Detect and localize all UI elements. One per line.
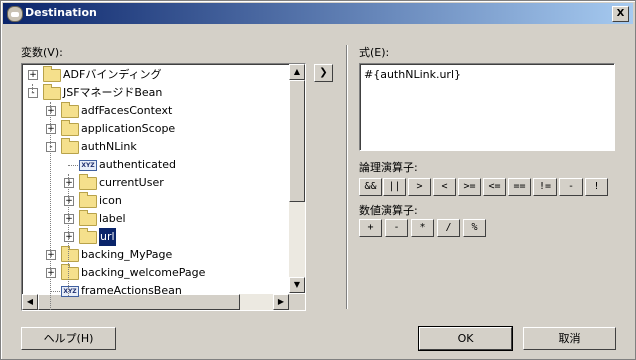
insert-variable-button[interactable]: ❯ [314, 64, 333, 82]
expression-field[interactable]: #{authNLink.url} [359, 63, 615, 151]
scroll-down-icon[interactable]: ▼ [289, 277, 305, 293]
tree-row[interactable]: + currentUser [22, 174, 287, 192]
logical-op-button[interactable]: || [383, 178, 406, 196]
logical-op-button[interactable]: > [408, 178, 431, 196]
expand-icon[interactable]: + [64, 196, 74, 206]
expand-icon[interactable]: + [64, 214, 74, 224]
numeric-op-button[interactable]: + [359, 219, 382, 237]
numeric-op-button[interactable]: - [385, 219, 408, 237]
tree-item-label: adfFacesContext [81, 104, 173, 117]
tree-row[interactable]: + backing_welcomePage [22, 264, 287, 282]
tree-item-label: backing_welcomePage [81, 266, 206, 279]
folder-icon [79, 210, 97, 226]
ok-button[interactable]: OK [418, 326, 513, 351]
folder-icon [61, 138, 79, 154]
folder-icon [61, 120, 79, 136]
expression-label: 式(E): [359, 46, 390, 59]
tree-item-label: JSFマネージドBean [63, 86, 163, 99]
variable-icon: XYZ [79, 160, 97, 171]
tree-row[interactable]: + applicationScope [22, 120, 287, 138]
help-button[interactable]: ヘルプ(H) [21, 327, 116, 350]
collapse-icon[interactable]: - [46, 142, 56, 152]
logical-op-button[interactable]: >= [458, 178, 481, 196]
tree-row[interactable]: + icon [22, 192, 287, 210]
tree-row[interactable]: XYZ authenticated [22, 156, 287, 174]
tree-row[interactable]: - authNLink [22, 138, 287, 156]
cancel-button[interactable]: 取消 [523, 327, 616, 350]
expand-icon[interactable]: + [64, 232, 74, 242]
folder-icon [43, 66, 61, 82]
logical-op-button[interactable]: == [508, 178, 531, 196]
tree-row[interactable]: + backing_MyPage [22, 246, 287, 264]
variable-icon: XYZ [61, 286, 79, 297]
tree-item-label: ADFバインディング [63, 68, 162, 81]
tree-guide-line [50, 102, 51, 310]
variables-tree[interactable]: ▲ ▼ ◀ ▶ + ADFバインディング - JSFマネージドBean + adfFace… [21, 63, 306, 311]
tree-item-label: backing_MyPage [81, 248, 173, 261]
expand-icon[interactable]: + [46, 106, 56, 116]
logical-operators-label: 論理演算子: [359, 161, 418, 174]
folder-icon [61, 264, 79, 280]
tree-item-label: icon [99, 194, 122, 207]
logical-op-button[interactable]: && [359, 178, 382, 196]
folder-icon [79, 228, 97, 244]
tree-guide-line [68, 174, 69, 296]
tree-item-label: frameActionsBean [81, 284, 182, 297]
expand-icon[interactable]: + [46, 268, 56, 278]
tree-vertical-scrollbar[interactable]: ▲ ▼ [289, 64, 305, 293]
folder-icon [61, 246, 79, 262]
numeric-op-button[interactable]: % [463, 219, 486, 237]
scroll-corner [289, 294, 305, 310]
tree-guide-line [32, 84, 33, 92]
variables-label: 変数(V): [21, 46, 63, 59]
tree-item-label: authNLink [81, 140, 137, 153]
tree-row[interactable]: + label [22, 210, 287, 228]
tree-row[interactable]: - JSFマネージドBean [22, 84, 287, 102]
expand-icon[interactable]: + [46, 250, 56, 260]
folder-icon [61, 102, 79, 118]
logical-op-button[interactable]: <= [483, 178, 506, 196]
logical-op-button[interactable]: ! [585, 178, 608, 196]
expand-icon[interactable]: + [28, 70, 38, 80]
tree-row[interactable]: + url [22, 228, 287, 246]
numeric-operators-label: 数値演算子: [359, 204, 418, 217]
numeric-op-button[interactable]: * [411, 219, 434, 237]
tree-item-label: label [99, 212, 126, 225]
folder-icon [43, 84, 61, 100]
tree-row[interactable]: XYZ frameActionsBean [22, 282, 287, 300]
panel-divider [346, 45, 348, 309]
tree-row[interactable]: + adfFacesContext [22, 102, 287, 120]
numeric-op-button[interactable]: / [437, 219, 460, 237]
app-icon [7, 6, 23, 22]
expand-icon[interactable]: + [46, 124, 56, 134]
folder-icon [79, 174, 97, 190]
destination-dialog: Destination X 変数(V): ▲ ▼ ◀ ▶ + ADFバインディング… [0, 0, 636, 360]
tree-row[interactable]: + ADFバインディング [22, 66, 287, 84]
scroll-up-icon[interactable]: ▲ [289, 64, 305, 80]
folder-icon [79, 192, 97, 208]
logical-op-button[interactable]: != [533, 178, 557, 196]
expand-icon[interactable]: + [64, 178, 74, 188]
tree-item-label: applicationScope [81, 122, 176, 135]
title-bar: Destination X [3, 3, 633, 24]
collapse-icon[interactable]: - [28, 88, 38, 98]
vertical-scroll-thumb[interactable] [289, 80, 305, 202]
window-title: Destination [25, 6, 97, 19]
tree-item-label: authenticated [99, 158, 176, 171]
logical-op-button[interactable]: < [433, 178, 456, 196]
close-button[interactable]: X [612, 6, 629, 22]
tree-item-label: currentUser [99, 176, 164, 189]
logical-op-button[interactable]: - [559, 178, 583, 196]
tree-item-label-selected: url [99, 228, 116, 246]
